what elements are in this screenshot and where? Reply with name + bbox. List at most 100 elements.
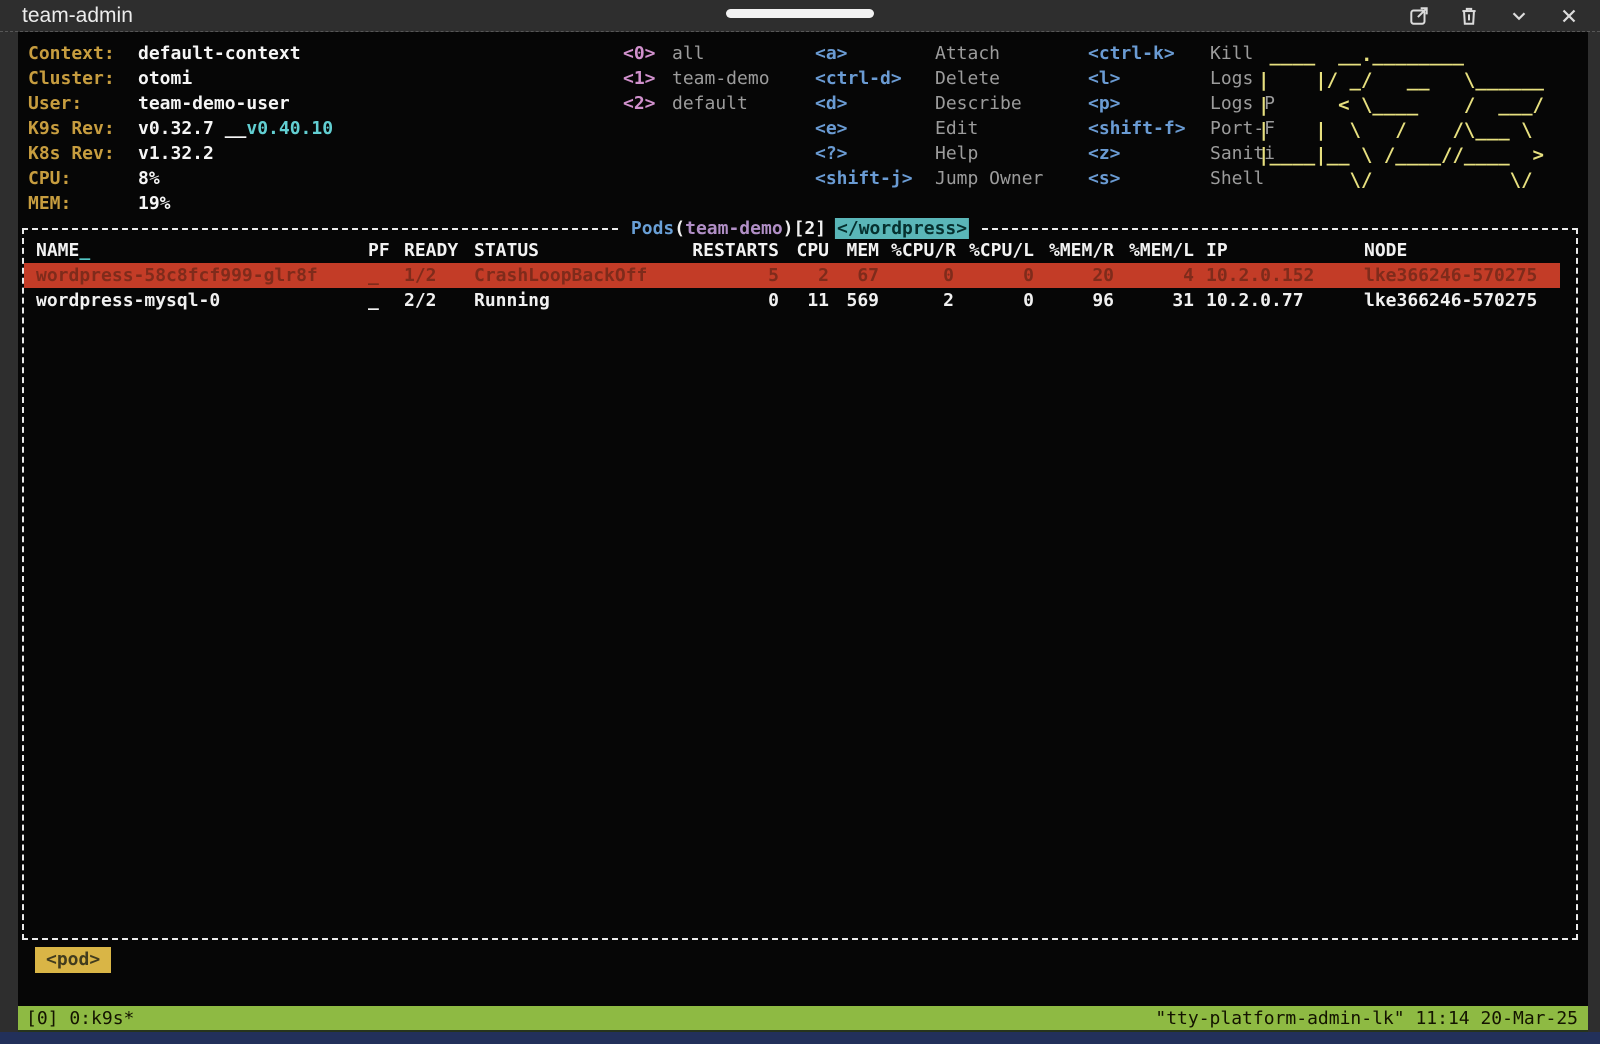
active-filter-badge: </wordpress> <box>835 218 969 239</box>
cell-restarts: 5 <box>684 263 779 288</box>
breadcrumb-pod[interactable]: <pod> <box>35 947 111 973</box>
context-info-row: Cluster: otomi <box>28 66 333 91</box>
table-row[interactable]: wordpress-58c8fcf999-glr8f _ 1/2 CrashLo… <box>24 263 1560 288</box>
hotkey: <a> <box>815 41 935 66</box>
trash-icon[interactable] <box>1458 5 1480 27</box>
cell-mem-l: 4 <box>1126 263 1194 288</box>
action-menu-item[interactable]: <s> Shell <box>1088 166 1275 191</box>
action-menu-item[interactable]: <ctrl-d> Delete <box>815 66 1043 91</box>
column-header-node[interactable]: NODE <box>1364 238 1560 263</box>
action-menu-item[interactable]: <a> Attach <box>815 41 1043 66</box>
column-header-pf[interactable]: PF <box>368 238 392 263</box>
tmux-session-window[interactable]: [0] 0:k9s* <box>26 1006 134 1030</box>
context-info-label: Cluster: <box>28 66 138 91</box>
action-menu-item[interactable]: <shift-f> Port-F <box>1088 116 1275 141</box>
column-header-mem-l[interactable]: %MEM/L <box>1126 238 1194 263</box>
pods-table: NAME_ PF READY STATUS RESTARTS CPU MEM %… <box>24 238 1576 313</box>
context-info-row: MEM: 19% <box>28 191 333 216</box>
hotkey: <?> <box>815 141 935 166</box>
k9s-terminal: Context: default-context Cluster: otomi … <box>18 32 1588 1032</box>
hotkey-label: Describe <box>935 91 1022 116</box>
context-info-value: 8% <box>138 166 160 191</box>
action-menu-item[interactable]: <z> Saniti <box>1088 141 1275 166</box>
context-info-label: CPU: <box>28 166 138 191</box>
hotkey: <s> <box>1088 166 1210 191</box>
hotkey-label: Kill <box>1210 41 1253 66</box>
cell-ready: 1/2 <box>404 263 462 288</box>
context-info-row: K8s Rev: v1.32.2 <box>28 141 333 166</box>
context-info-label: K8s Rev: <box>28 141 138 166</box>
context-info-label: MEM: <box>28 191 138 216</box>
cluster-context-info: Context: default-context Cluster: otomi … <box>28 41 333 216</box>
column-header-cpu-l[interactable]: %CPU/L <box>966 238 1034 263</box>
cell-status: Running <box>474 288 672 313</box>
cell-ip: 10.2.0.152 <box>1206 263 1352 288</box>
column-header-ready[interactable]: READY <box>404 238 462 263</box>
window-titlebar: team-admin <box>0 0 1600 32</box>
action-menu-item[interactable]: <shift-j> Jump Owner <box>815 166 1043 191</box>
column-header-restarts[interactable]: RESTARTS <box>684 238 779 263</box>
cell-mem-l: 31 <box>1126 288 1194 313</box>
cell-node: lke366246-570275 <box>1364 263 1560 288</box>
cell-status: CrashLoopBackOff <box>474 263 672 288</box>
hotkey-label: all <box>672 41 705 66</box>
hotkey: <l> <box>1088 66 1210 91</box>
column-header-name[interactable]: NAME_ <box>36 238 356 263</box>
pods-table-rows: wordpress-58c8fcf999-glr8f _ 1/2 CrashLo… <box>24 263 1576 313</box>
context-info-value: 19% <box>138 191 171 216</box>
cell-cpu-l: 0 <box>966 288 1034 313</box>
namespace-name: team-demo <box>685 218 783 239</box>
hotkey: <shift-f> <box>1088 116 1210 141</box>
action-menu-item[interactable]: <?> Help <box>815 141 1043 166</box>
hotkey: <2> <box>623 91 672 116</box>
action-menu-item[interactable]: <p> Logs P <box>1088 91 1275 116</box>
context-info-label: Context: <box>28 41 138 66</box>
column-header-cpu-r[interactable]: %CPU/R <box>891 238 954 263</box>
hotkey: <ctrl-d> <box>815 66 935 91</box>
context-info-value: default-context <box>138 41 301 66</box>
context-info-value: v1.32.2 <box>138 141 214 166</box>
column-header-mem-r[interactable]: %MEM/R <box>1046 238 1114 263</box>
context-info-row: K9s Rev: v0.32.7 __ v0.40.10 <box>28 116 333 141</box>
hotkey: <z> <box>1088 141 1210 166</box>
hotkey: <0> <box>623 41 672 66</box>
hotkey-label: team-demo <box>672 66 770 91</box>
column-header-ip[interactable]: IP <box>1206 238 1352 263</box>
column-header-status[interactable]: STATUS <box>474 238 672 263</box>
action-menu-item[interactable]: <d> Describe <box>815 91 1043 116</box>
pods-view-panel: Pods(team-demo)[2]</wordpress> NAME_ PF … <box>22 228 1578 940</box>
resource-count: [2] <box>794 218 827 239</box>
namespace-hotkey-item[interactable]: <0> all <box>623 41 770 66</box>
context-info-label: User: <box>28 91 138 116</box>
close-icon[interactable] <box>1558 5 1580 27</box>
context-info-row: CPU: 8% <box>28 166 333 191</box>
cell-ready: 2/2 <box>404 288 462 313</box>
cell-cpu-r: 0 <box>891 263 954 288</box>
table-row[interactable]: wordpress-mysql-0 _ 2/2 Running 0 11 569… <box>24 288 1560 313</box>
action-menu-item[interactable]: <ctrl-k> Kill <box>1088 41 1275 66</box>
cell-restarts: 0 <box>684 288 779 313</box>
open-in-new-window-icon[interactable] <box>1408 5 1430 27</box>
tmux-status-bar: [0] 0:k9s* "tty-platform-admin-lk" 11:14… <box>18 1006 1588 1032</box>
hotkey-label: Shell <box>1210 166 1264 191</box>
chevron-down-icon[interactable] <box>1508 5 1530 27</box>
context-info-row: User: team-demo-user <box>28 91 333 116</box>
context-info-label: K9s Rev: <box>28 116 138 141</box>
hotkey: <ctrl-k> <box>1088 41 1210 66</box>
cell-pf: _ <box>368 263 392 288</box>
column-header-mem[interactable]: MEM <box>841 238 879 263</box>
namespace-hotkey-item[interactable]: <1> team-demo <box>623 66 770 91</box>
sort-indicator: _ <box>79 240 90 261</box>
namespace-hotkey-item[interactable]: <2> default <box>623 91 770 116</box>
context-info-value: team-demo-user <box>138 91 290 116</box>
k9s-ascii-logo: ____ __.________ | |/ _/ __ \______ | < … <box>1258 43 1544 193</box>
cell-pf: _ <box>368 288 392 313</box>
action-menu-item[interactable]: <e> Edit <box>815 116 1043 141</box>
context-info-upgrade-version: v0.40.10 <box>246 116 333 141</box>
hotkey: <d> <box>815 91 935 116</box>
column-header-cpu[interactable]: CPU <box>791 238 829 263</box>
tab-drag-handle[interactable] <box>726 9 874 18</box>
cell-mem: 569 <box>841 288 879 313</box>
action-menu-item[interactable]: <l> Logs <box>1088 66 1275 91</box>
hotkey: <1> <box>623 66 672 91</box>
